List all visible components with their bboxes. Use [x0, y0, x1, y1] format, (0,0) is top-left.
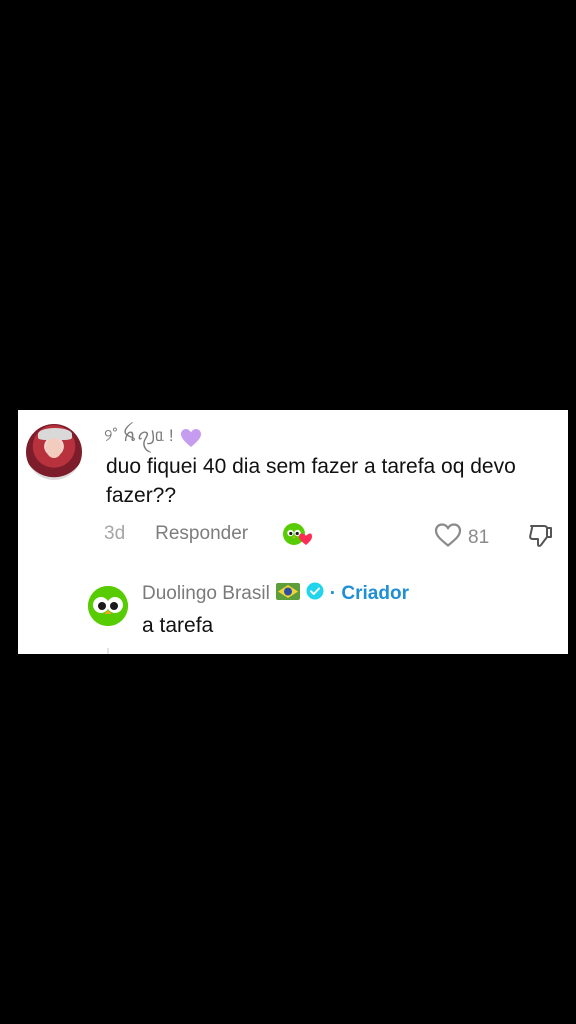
comment-card: ୨˚ ꫝꪖ꠸ᥲ ! duo fiquei 40 dia sem fazer a … [18, 410, 568, 654]
reply-author[interactable]: Duolingo Brasil [142, 583, 270, 605]
like-count: 81 [468, 527, 490, 548]
comment-meta-row: 3d Responder [104, 520, 313, 548]
duolingo-heart-icon [282, 521, 313, 547]
purple-heart-icon [180, 428, 202, 448]
reply-author-row[interactable]: Duolingo Brasil · Criador [142, 582, 409, 606]
reply-text: a tarefa [142, 614, 214, 637]
reply-button[interactable]: Responder [155, 523, 248, 545]
verified-badge-icon [306, 582, 324, 606]
like-button[interactable]: 81 [434, 522, 489, 554]
comment-time: 3d [104, 523, 126, 544]
heart-outline-icon[interactable] [434, 522, 462, 554]
comment-text: duo fiquei 40 dia sem fazer a tarefa oq … [106, 455, 516, 507]
thread-divider [107, 648, 109, 654]
commenter-avatar[interactable] [26, 424, 82, 480]
duolingo-avatar[interactable] [88, 586, 128, 626]
brazil-flag-icon [275, 582, 300, 606]
creator-label: · Criador [329, 583, 409, 604]
thumbs-down-icon[interactable] [526, 522, 554, 550]
commenter-username[interactable]: ୨˚ ꫝꪖ꠸ᥲ ! [104, 420, 174, 455]
commenter-username-row[interactable]: ୨˚ ꫝꪖ꠸ᥲ ! [104, 420, 202, 455]
